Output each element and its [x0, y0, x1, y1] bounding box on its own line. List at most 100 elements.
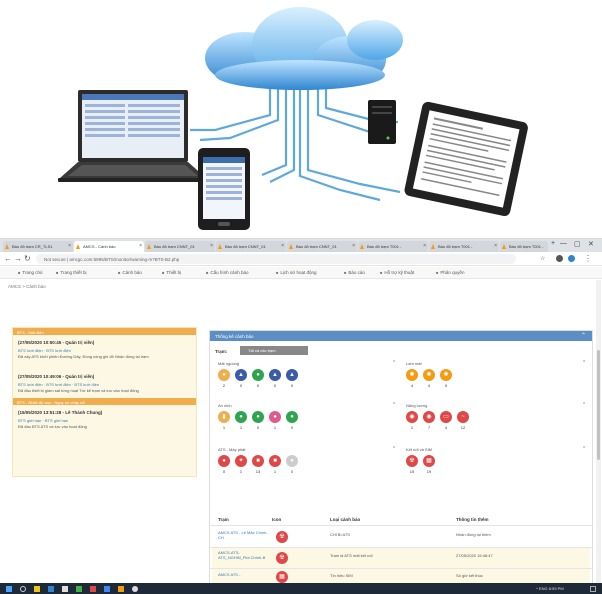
triangle-icon[interactable]: ▲ [235, 369, 247, 381]
close-tab-icon[interactable]: × [139, 243, 142, 249]
sun-icon[interactable]: ✺ [440, 369, 452, 381]
close-tab-icon[interactable]: × [68, 243, 71, 249]
browser-tab-active[interactable]: AMCS - Cảnh báo × [74, 241, 144, 252]
browser-window: Báo đỏ trạm CR_TLS1 × AMCS - Cảnh báo × Bá… [0, 238, 602, 594]
table-row[interactable]: AMCS ATS - ▦ Tín hiệu SIM Số giờ kết thú… [212, 569, 590, 583]
search-icon[interactable] [20, 586, 26, 592]
tablet-icon [404, 101, 528, 217]
forward-icon[interactable]: → [14, 254, 22, 263]
extension-icon[interactable] [556, 255, 563, 262]
alert-count: 1 [239, 425, 243, 430]
chrome-icon[interactable] [104, 586, 110, 592]
browser-tab[interactable]: Báo đỏ trạm CNNT_01 × [145, 241, 215, 252]
close-window-button[interactable]: ✕ [588, 240, 594, 248]
app-icon[interactable] [90, 586, 96, 592]
triangle-icon[interactable]: ▲ [269, 369, 281, 381]
close-tab-icon[interactable]: × [210, 243, 213, 249]
browser-tab[interactable]: Báo đỏ trạm T001 - × [429, 241, 499, 252]
nav-activity-log[interactable]: Lịch sử hoạt động [276, 270, 316, 275]
sim-icon: ▦ [276, 571, 288, 583]
sim-icon[interactable]: ▦ [423, 455, 435, 467]
door-icon[interactable]: ▮ [218, 411, 230, 423]
circle-icon[interactable]: ● [286, 455, 298, 467]
browser-tab[interactable]: Báo đỏ trạm T001 - × [358, 241, 428, 252]
alert-count: 0 [222, 469, 226, 474]
wave-icon[interactable]: ~ [457, 411, 469, 423]
new-tab-icon[interactable]: + [551, 240, 555, 247]
close-tab-icon[interactable]: × [281, 243, 284, 249]
notification-title: (27/05/2020 10:50:45 - Quản trị viên) [18, 340, 95, 345]
collapse-icon[interactable]: ⌃ [392, 360, 396, 366]
nav-alert-config[interactable]: Cấu hình cảnh báo [206, 270, 248, 275]
nav-equipment[interactable]: Trang thiết bị [56, 270, 86, 275]
camera-icon[interactable]: ● [269, 411, 281, 423]
radiation-icon[interactable]: ☢ [406, 455, 418, 467]
star-icon[interactable]: ☆ [540, 255, 545, 262]
app-icon[interactable] [132, 586, 138, 592]
car-icon[interactable]: ■ [269, 455, 281, 467]
back-icon[interactable]: ← [4, 254, 12, 263]
notification-link[interactable]: BTS lưới điện · BTS lưới điện · BTS lưới… [18, 382, 99, 387]
row-station[interactable]: AMCS ATS - Lê Mặc Chính-CH [218, 530, 268, 540]
eye-icon[interactable]: ◉ [423, 411, 435, 423]
collapse-icon[interactable]: ⌃ [581, 332, 586, 339]
battery-icon[interactable]: ▭ [440, 411, 452, 423]
sun-icon[interactable]: ✺ [406, 369, 418, 381]
wrench-icon[interactable]: ✦ [235, 455, 247, 467]
app-icon[interactable] [48, 586, 54, 592]
breadcrumb: AMCS > Cảnh báo [8, 284, 46, 289]
windows-taskbar: ^ ENG 8:59 PM [0, 583, 602, 594]
collapse-icon[interactable]: ⌃ [392, 446, 396, 452]
collapse-icon[interactable]: ⌃ [582, 360, 586, 366]
camera-icon[interactable]: ● [286, 411, 298, 423]
eye-icon[interactable]: ◉ [406, 411, 418, 423]
app-icon[interactable] [118, 586, 124, 592]
close-tab-icon[interactable]: × [352, 243, 355, 249]
app-icon[interactable] [76, 586, 82, 592]
triangle-icon[interactable]: ▲ [286, 369, 298, 381]
table-row[interactable]: AMCS-ATS-ATS_NGHIN_Ploi Chính-B ☢ Trạm l… [212, 548, 590, 568]
minimize-button[interactable]: — [560, 240, 567, 247]
car-icon[interactable]: ■ [252, 455, 264, 467]
browser-tab[interactable]: Báo đỏ trạm CNNT_01 × [216, 241, 286, 252]
nav-home[interactable]: Trang chủ [18, 270, 42, 275]
row-station[interactable]: AMCS ATS - [218, 572, 268, 577]
app-icon[interactable] [62, 586, 68, 592]
notification-link[interactable]: BTS giới hạn · BTS giới hạn [18, 418, 68, 423]
alert-count: 4 [427, 383, 431, 388]
notification-link[interactable]: BTS lưới điện · BTS lưới điện [18, 348, 71, 353]
url-input[interactable]: Not secure | amcgc.com:5995/BTS/monitor/… [36, 254, 516, 264]
row-station[interactable]: AMCS-ATS-ATS_NGHIN_Ploi Chính-B [218, 550, 268, 560]
profile-avatar[interactable] [568, 255, 575, 262]
browser-tab[interactable]: Báo đỏ trạm CNNT_01 × [287, 241, 357, 252]
nav-devices[interactable]: Thiết bị [162, 270, 181, 275]
nav-support[interactable]: Hỗ trợ kỹ thuật [380, 270, 414, 275]
collapse-icon[interactable]: ⌃ [582, 446, 586, 452]
close-tab-icon[interactable]: × [494, 243, 497, 249]
page-scrollbar[interactable] [596, 280, 601, 583]
scrollbar-thumb[interactable] [597, 350, 600, 460]
maximize-button[interactable]: ▢ [574, 240, 581, 248]
file-explorer-icon[interactable] [34, 586, 40, 592]
collapse-icon[interactable]: ⌃ [392, 402, 396, 408]
nav-reports[interactable]: Báo cáo [344, 270, 365, 275]
shield-icon[interactable]: ● [252, 369, 264, 381]
person-icon[interactable]: ● [235, 411, 247, 423]
close-tab-icon[interactable]: × [423, 243, 426, 249]
sun-icon[interactable]: ✺ [423, 369, 435, 381]
flame-icon[interactable]: ● [218, 369, 230, 381]
notification-center-icon[interactable] [590, 586, 596, 592]
station-select[interactable]: Tất cả các trạm [240, 346, 308, 355]
browser-tab[interactable]: Báo đỏ trạm T001 - [500, 241, 548, 252]
gauge-icon[interactable]: ● [218, 455, 230, 467]
alert-count: 0 [273, 383, 277, 388]
nav-permissions[interactable]: Phân quyền [436, 270, 464, 275]
reload-icon[interactable]: ↻ [24, 254, 31, 263]
browser-tab[interactable]: Báo đỏ trạm CR_TLS1 × [3, 241, 73, 252]
windows-start-icon[interactable] [6, 586, 12, 592]
table-row[interactable]: AMCS ATS - Lê Mặc Chính-CH ☢ CHỉ BỊ ATS … [212, 527, 590, 547]
browser-menu-icon[interactable]: ⋮ [584, 254, 592, 263]
collapse-icon[interactable]: ⌃ [582, 402, 586, 408]
nav-alerts[interactable]: Cảnh báo [118, 270, 142, 275]
person-icon[interactable]: ● [252, 411, 264, 423]
